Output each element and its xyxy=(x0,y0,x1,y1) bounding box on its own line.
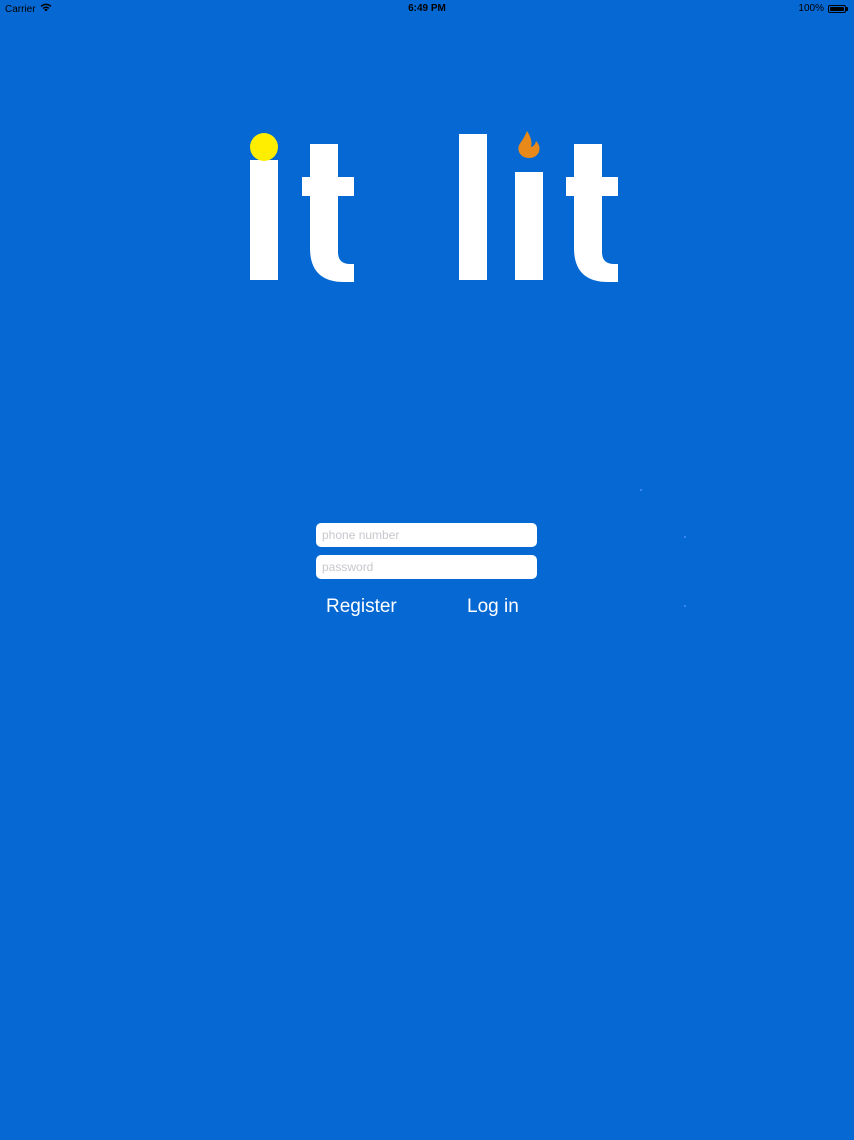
background-speck xyxy=(684,605,686,607)
login-screen: Carrier 6:49 PM 100% phone number Regist… xyxy=(0,0,854,1140)
logo-word-lit xyxy=(459,134,618,282)
password-input[interactable] xyxy=(316,555,537,579)
phone-number-input[interactable] xyxy=(316,523,537,547)
battery-icon xyxy=(828,4,848,13)
app-logo xyxy=(250,131,618,282)
logo-dot-icon xyxy=(250,133,278,161)
background-speck xyxy=(640,489,642,491)
status-time: 6:49 PM xyxy=(408,3,446,14)
login-button[interactable]: Log in xyxy=(467,596,519,618)
battery-percent: 100% xyxy=(798,3,824,14)
logo-flame-icon xyxy=(518,131,540,158)
logo-word-it xyxy=(250,144,354,282)
register-button[interactable]: Register xyxy=(326,596,397,618)
status-right: 100% xyxy=(798,3,848,14)
status-bar: Carrier 6:49 PM 100% xyxy=(0,0,854,18)
background-speck xyxy=(684,536,686,538)
